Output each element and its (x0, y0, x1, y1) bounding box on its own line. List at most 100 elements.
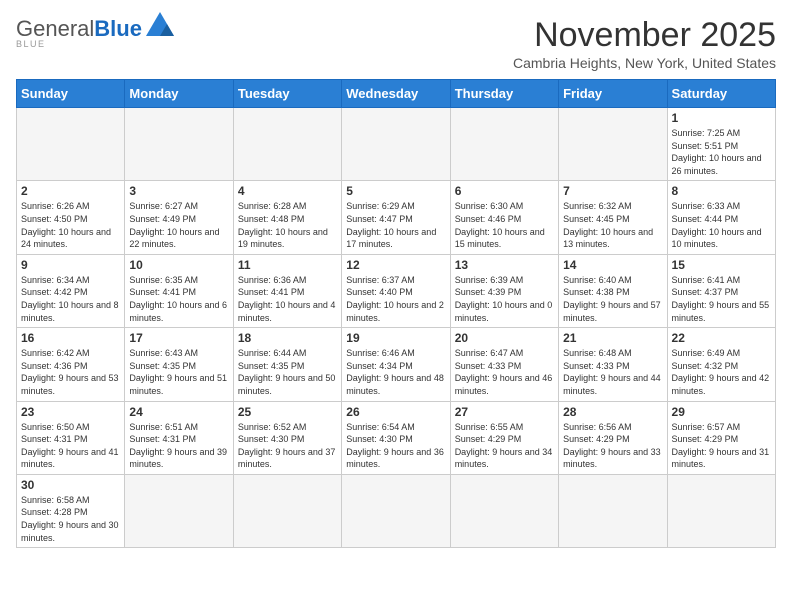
day-number: 8 (672, 184, 771, 198)
day-info: Sunrise: 6:28 AM Sunset: 4:48 PM Dayligh… (238, 200, 337, 250)
day-info: Sunrise: 6:29 AM Sunset: 4:47 PM Dayligh… (346, 200, 445, 250)
day-info: Sunrise: 6:52 AM Sunset: 4:30 PM Dayligh… (238, 421, 337, 471)
calendar-header-row: SundayMondayTuesdayWednesdayThursdayFrid… (17, 80, 776, 108)
day-number: 18 (238, 331, 337, 345)
day-number: 2 (21, 184, 120, 198)
weekday-header: Sunday (17, 80, 125, 108)
calendar-day-cell (559, 474, 667, 547)
day-info: Sunrise: 6:51 AM Sunset: 4:31 PM Dayligh… (129, 421, 228, 471)
day-info: Sunrise: 7:25 AM Sunset: 5:51 PM Dayligh… (672, 127, 771, 177)
day-info: Sunrise: 6:35 AM Sunset: 4:41 PM Dayligh… (129, 274, 228, 324)
logo-subtitle: BLUE (16, 39, 46, 49)
day-info: Sunrise: 6:40 AM Sunset: 4:38 PM Dayligh… (563, 274, 662, 324)
calendar-week-row: 23Sunrise: 6:50 AM Sunset: 4:31 PM Dayli… (17, 401, 776, 474)
day-info: Sunrise: 6:56 AM Sunset: 4:29 PM Dayligh… (563, 421, 662, 471)
calendar-day-cell (450, 474, 558, 547)
calendar-day-cell: 25 Sunrise: 6:52 AM Sunset: 4:30 PM Dayli… (233, 401, 341, 474)
day-number: 12 (346, 258, 445, 272)
calendar-day-cell: 26 Sunrise: 6:54 AM Sunset: 4:30 PM Dayli… (342, 401, 450, 474)
calendar-day-cell (17, 108, 125, 181)
day-info: Sunrise: 6:46 AM Sunset: 4:34 PM Dayligh… (346, 347, 445, 397)
calendar-day-cell: 28 Sunrise: 6:56 AM Sunset: 4:29 PM Dayli… (559, 401, 667, 474)
day-info: Sunrise: 6:30 AM Sunset: 4:46 PM Dayligh… (455, 200, 554, 250)
day-info: Sunrise: 6:44 AM Sunset: 4:35 PM Dayligh… (238, 347, 337, 397)
day-number: 15 (672, 258, 771, 272)
calendar-week-row: 2 Sunrise: 6:26 AM Sunset: 4:50 PM Daylig… (17, 181, 776, 254)
day-number: 10 (129, 258, 228, 272)
calendar-day-cell: 5Sunrise: 6:29 AM Sunset: 4:47 PM Daylig… (342, 181, 450, 254)
calendar-week-row: 1 Sunrise: 7:25 AM Sunset: 5:51 PM Daylig… (17, 108, 776, 181)
day-info: Sunrise: 6:57 AM Sunset: 4:29 PM Dayligh… (672, 421, 771, 471)
calendar-day-cell (125, 474, 233, 547)
day-number: 28 (563, 405, 662, 419)
location-title: Cambria Heights, New York, United States (513, 55, 776, 71)
calendar-day-cell: 16 Sunrise: 6:42 AM Sunset: 4:36 PM Dayli… (17, 328, 125, 401)
calendar-day-cell: 30Sunrise: 6:58 AM Sunset: 4:28 PM Dayli… (17, 474, 125, 547)
calendar-day-cell (233, 474, 341, 547)
weekday-header: Saturday (667, 80, 775, 108)
calendar-week-row: 9Sunrise: 6:34 AM Sunset: 4:42 PM Daylig… (17, 254, 776, 327)
calendar-day-cell: 3Sunrise: 6:27 AM Sunset: 4:49 PM Daylig… (125, 181, 233, 254)
day-info: Sunrise: 6:32 AM Sunset: 4:45 PM Dayligh… (563, 200, 662, 250)
calendar-day-cell (450, 108, 558, 181)
calendar-day-cell: 21Sunrise: 6:48 AM Sunset: 4:33 PM Dayli… (559, 328, 667, 401)
day-number: 24 (129, 405, 228, 419)
calendar-day-cell (233, 108, 341, 181)
logo: GeneralBlue BLUE (16, 16, 174, 49)
calendar-day-cell (342, 474, 450, 547)
weekday-header: Thursday (450, 80, 558, 108)
calendar-day-cell: 14 Sunrise: 6:40 AM Sunset: 4:38 PM Dayli… (559, 254, 667, 327)
day-number: 9 (21, 258, 120, 272)
calendar-day-cell: 1 Sunrise: 7:25 AM Sunset: 5:51 PM Daylig… (667, 108, 775, 181)
day-number: 16 (21, 331, 120, 345)
day-number: 13 (455, 258, 554, 272)
title-area: November 2025 Cambria Heights, New York,… (513, 16, 776, 71)
day-number: 1 (672, 111, 771, 125)
day-number: 19 (346, 331, 445, 345)
calendar-day-cell: 24 Sunrise: 6:51 AM Sunset: 4:31 PM Dayli… (125, 401, 233, 474)
day-info: Sunrise: 6:55 AM Sunset: 4:29 PM Dayligh… (455, 421, 554, 471)
calendar-day-cell: 15 Sunrise: 6:41 AM Sunset: 4:37 PM Dayli… (667, 254, 775, 327)
day-number: 11 (238, 258, 337, 272)
day-number: 23 (21, 405, 120, 419)
day-number: 29 (672, 405, 771, 419)
month-title: November 2025 (513, 16, 776, 55)
day-number: 14 (563, 258, 662, 272)
calendar-day-cell (125, 108, 233, 181)
day-number: 7 (563, 184, 662, 198)
calendar-week-row: 16 Sunrise: 6:42 AM Sunset: 4:36 PM Dayli… (17, 328, 776, 401)
day-info: Sunrise: 6:49 AM Sunset: 4:32 PM Dayligh… (672, 347, 771, 397)
day-info: Sunrise: 6:39 AM Sunset: 4:39 PM Dayligh… (455, 274, 554, 324)
day-info: Sunrise: 6:26 AM Sunset: 4:50 PM Dayligh… (21, 200, 120, 250)
calendar-table: SundayMondayTuesdayWednesdayThursdayFrid… (16, 79, 776, 548)
calendar-day-cell: 6Sunrise: 6:30 AM Sunset: 4:46 PM Daylig… (450, 181, 558, 254)
calendar-day-cell (667, 474, 775, 547)
day-number: 26 (346, 405, 445, 419)
logo-icon (146, 12, 174, 36)
calendar-day-cell: 27 Sunrise: 6:55 AM Sunset: 4:29 PM Dayli… (450, 401, 558, 474)
calendar-day-cell: 17Sunrise: 6:43 AM Sunset: 4:35 PM Dayli… (125, 328, 233, 401)
day-number: 30 (21, 478, 120, 492)
weekday-header: Wednesday (342, 80, 450, 108)
logo-text: GeneralBlue (16, 18, 142, 40)
calendar-day-cell: 29 Sunrise: 6:57 AM Sunset: 4:29 PM Dayli… (667, 401, 775, 474)
day-info: Sunrise: 6:41 AM Sunset: 4:37 PM Dayligh… (672, 274, 771, 324)
day-info: Sunrise: 6:54 AM Sunset: 4:30 PM Dayligh… (346, 421, 445, 471)
day-number: 20 (455, 331, 554, 345)
day-number: 22 (672, 331, 771, 345)
calendar-week-row: 30Sunrise: 6:58 AM Sunset: 4:28 PM Dayli… (17, 474, 776, 547)
day-number: 27 (455, 405, 554, 419)
day-number: 21 (563, 331, 662, 345)
day-info: Sunrise: 6:33 AM Sunset: 4:44 PM Dayligh… (672, 200, 771, 250)
calendar-day-cell: 7 Sunrise: 6:32 AM Sunset: 4:45 PM Daylig… (559, 181, 667, 254)
calendar-day-cell: 11Sunrise: 6:36 AM Sunset: 4:41 PM Dayli… (233, 254, 341, 327)
calendar-day-cell: 23Sunrise: 6:50 AM Sunset: 4:31 PM Dayli… (17, 401, 125, 474)
calendar-day-cell: 19 Sunrise: 6:46 AM Sunset: 4:34 PM Dayli… (342, 328, 450, 401)
calendar-day-cell: 10 Sunrise: 6:35 AM Sunset: 4:41 PM Dayli… (125, 254, 233, 327)
weekday-header: Friday (559, 80, 667, 108)
day-number: 25 (238, 405, 337, 419)
calendar-day-cell: 20 Sunrise: 6:47 AM Sunset: 4:33 PM Dayli… (450, 328, 558, 401)
day-info: Sunrise: 6:47 AM Sunset: 4:33 PM Dayligh… (455, 347, 554, 397)
day-info: Sunrise: 6:42 AM Sunset: 4:36 PM Dayligh… (21, 347, 120, 397)
calendar-day-cell: 8 Sunrise: 6:33 AM Sunset: 4:44 PM Daylig… (667, 181, 775, 254)
